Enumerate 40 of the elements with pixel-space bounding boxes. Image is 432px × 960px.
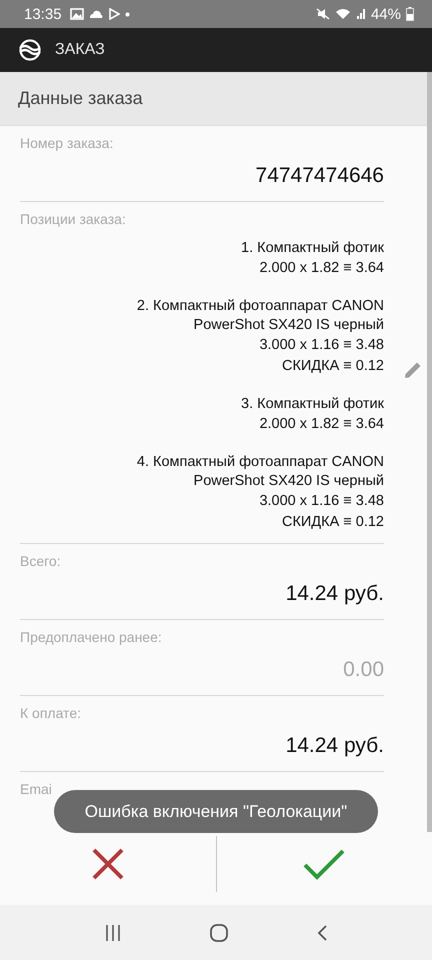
- play-store-icon: [108, 8, 120, 20]
- section-title: Данные заказа: [18, 88, 143, 109]
- status-time: 13:35: [24, 6, 62, 22]
- field-value: 14.24 руб.: [284, 733, 384, 759]
- item-name: 4. Компактный фотоаппарат CANON PowerShot SX420 IS черный: [136, 453, 384, 491]
- dot-icon: [124, 12, 130, 16]
- recent-apps-icon[interactable]: [104, 924, 122, 942]
- cross-icon: [90, 847, 125, 881]
- scrollbar[interactable]: [427, 72, 432, 832]
- field-value: 74747474646: [254, 163, 384, 189]
- field-value: 14.24 руб.: [284, 581, 384, 607]
- field-value: 0.00: [342, 657, 384, 683]
- field-label: Номер заказа:: [20, 134, 114, 153]
- item-calc: 3.000 x 1.16 ≡ 3.48: [259, 492, 384, 511]
- item-discount: СКИДКА ≡ 0.12: [282, 513, 384, 532]
- battery-percent: 44%: [370, 6, 401, 22]
- mute-icon: [316, 8, 330, 20]
- home-icon[interactable]: [208, 922, 229, 942]
- field-label: Позиции заказа:: [20, 210, 127, 229]
- field-label: Emai: [20, 780, 53, 799]
- checkmark-icon: [303, 848, 346, 880]
- item-calc: 2.000 x 1.82 ≡ 3.64: [259, 259, 384, 278]
- field-label: К оплате:: [20, 704, 82, 723]
- image-icon: [70, 8, 84, 20]
- item-name: 3. Компактный фотик: [241, 395, 384, 414]
- cloud-icon: [88, 9, 103, 19]
- wifi-icon: [334, 8, 351, 20]
- toast-message: Ошибка включения "Геолокации": [54, 790, 378, 833]
- item-name: 2. Компактный фотоаппарат CANON PowerShot SX420 IS черный: [136, 297, 384, 335]
- item-calc: 2.000 x 1.82 ≡ 3.64: [259, 415, 384, 434]
- item-discount: СКИДКА ≡ 0.12: [282, 357, 384, 376]
- battery-icon: [406, 7, 414, 21]
- logo-icon: [19, 39, 41, 61]
- field-label: Всего:: [20, 552, 62, 571]
- field-label: Предоплачено ранее:: [20, 628, 163, 647]
- signal-icon: [356, 8, 366, 20]
- app-title: ЗАКАЗ: [55, 41, 105, 59]
- item-calc: 3.000 x 1.16 ≡ 3.48: [259, 336, 384, 355]
- back-icon[interactable]: [316, 924, 328, 942]
- item-name: 1. Компактный фотик: [241, 239, 384, 258]
